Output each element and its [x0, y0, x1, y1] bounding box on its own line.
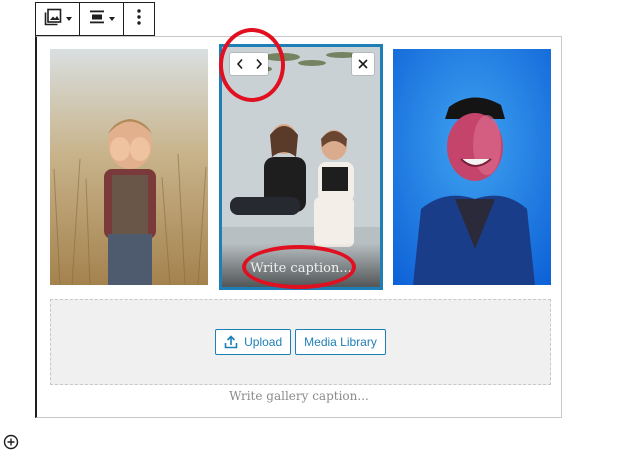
upload-button[interactable]: Upload	[215, 329, 292, 355]
chevron-right-icon	[255, 58, 263, 70]
add-block-button[interactable]	[3, 434, 19, 450]
media-placeholder: Upload Media Library	[50, 299, 551, 385]
alignment-control[interactable]	[80, 3, 124, 35]
gallery-caption-input[interactable]: Write gallery caption...	[37, 389, 561, 403]
gallery-image[interactable]	[393, 49, 551, 285]
more-options-button[interactable]	[137, 3, 141, 35]
move-right-button[interactable]	[251, 54, 267, 74]
gallery-icon	[44, 8, 62, 31]
upload-icon	[224, 335, 238, 349]
child-photo	[50, 49, 208, 285]
media-library-label: Media Library	[304, 335, 377, 349]
block-toolbar	[35, 2, 155, 36]
plus-circle-icon	[3, 434, 19, 454]
gallery-image[interactable]	[50, 49, 208, 285]
chevron-down-icon	[108, 17, 115, 21]
block-type-switcher[interactable]	[36, 3, 80, 35]
move-left-button[interactable]	[232, 54, 248, 74]
chevron-left-icon	[236, 58, 244, 70]
image-caption-input[interactable]: Write caption...	[222, 243, 380, 287]
media-library-button[interactable]: Media Library	[295, 329, 386, 355]
chevron-down-icon	[65, 17, 72, 21]
align-button[interactable]	[89, 3, 115, 35]
gallery-image-selected[interactable]: Write caption...	[219, 44, 383, 290]
align-center-icon	[89, 10, 105, 29]
upload-label: Upload	[244, 335, 283, 349]
gallery-block[interactable]: Write caption... Upload Media Library Wr…	[35, 28, 562, 418]
man-photo	[393, 49, 551, 285]
remove-image-button[interactable]	[352, 53, 374, 75]
block-type-button[interactable]	[44, 3, 72, 35]
kebab-menu-icon	[137, 8, 141, 30]
more-options[interactable]	[124, 3, 154, 35]
image-move-controls	[230, 53, 268, 75]
close-icon	[357, 58, 369, 70]
